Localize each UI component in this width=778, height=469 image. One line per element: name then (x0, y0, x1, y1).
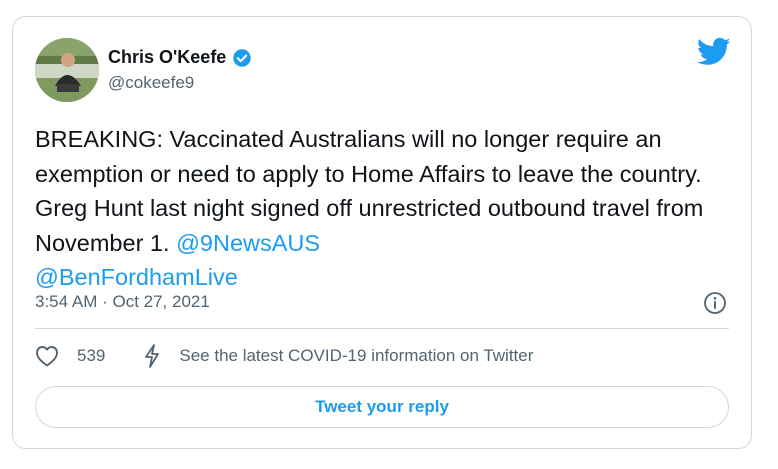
covid-info-link[interactable]: See the latest COVID-19 information on T… (179, 346, 533, 366)
tweet-body: BREAKING: Vaccinated Australians will no… (35, 126, 704, 256)
mention-benfordhamlive[interactable]: @BenFordhamLive (35, 264, 238, 290)
info-icon[interactable] (703, 291, 727, 315)
lightning-icon (145, 344, 160, 368)
mention-9newsaus[interactable]: @9NewsAUS (176, 230, 320, 256)
tweet-text: BREAKING: Vaccinated Australians will no… (35, 122, 735, 295)
actions-row: 539 See the latest COVID-19 information … (35, 344, 533, 368)
twitter-bird-icon[interactable] (697, 37, 731, 67)
author-name[interactable]: Chris O'Keefe (108, 47, 226, 68)
author-handle[interactable]: @cokeefe9 (108, 73, 194, 93)
author-row: Chris O'Keefe (108, 47, 252, 68)
avatar-photo (35, 38, 99, 102)
tweet-card: Chris O'Keefe @cokeefe9 BREAKING: Vaccin… (12, 16, 752, 449)
divider (35, 328, 729, 329)
tweet-timestamp[interactable]: 3:54 AM · Oct 27, 2021 (35, 292, 210, 312)
verified-badge-icon (233, 48, 252, 67)
like-count[interactable]: 539 (77, 346, 105, 366)
heart-icon[interactable] (35, 345, 59, 367)
avatar[interactable] (35, 38, 99, 102)
tweet-your-reply-button[interactable]: Tweet your reply (35, 386, 729, 428)
